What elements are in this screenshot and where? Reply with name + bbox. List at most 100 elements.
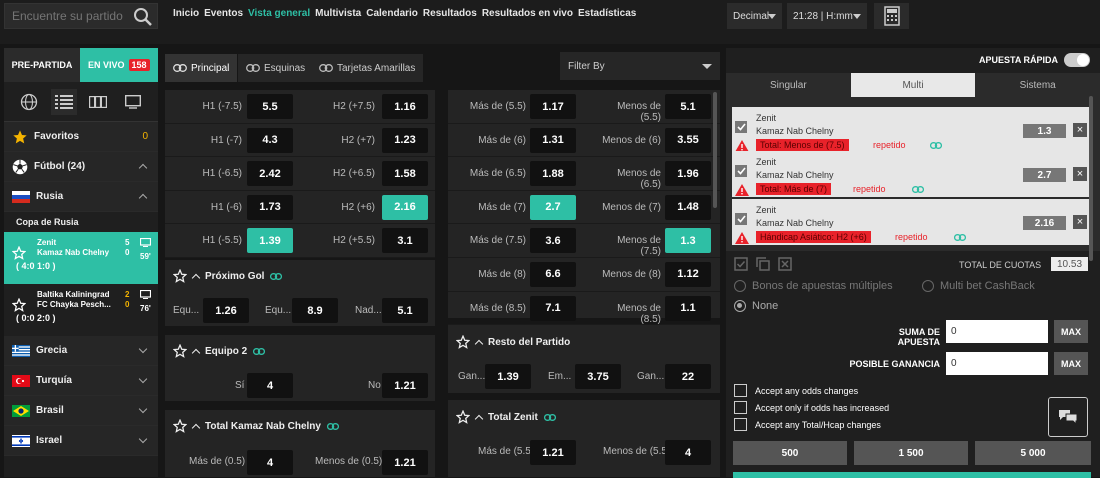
quick-stake-500[interactable]: 500 (733, 441, 847, 465)
accept-any-odds-checkbox[interactable]: Accept any odds changes (734, 384, 858, 397)
list-view-icon[interactable] (50, 88, 77, 115)
odd-button[interactable]: 1.16 (382, 94, 428, 119)
time-format-select[interactable]: 21:28 | H:mm (787, 3, 867, 29)
odd-button[interactable]: 1.88 (530, 161, 576, 187)
odd-button[interactable]: 4 (247, 450, 293, 475)
market-header[interactable]: Próximo Gol (165, 260, 435, 292)
tab-principal[interactable]: Principal (165, 54, 238, 82)
odd-button[interactable]: 1.3 (665, 228, 711, 254)
odd-button[interactable]: 1.39 (485, 364, 531, 389)
star-outline-icon[interactable] (173, 419, 187, 433)
odd-button[interactable]: 2.16 (382, 194, 428, 220)
check-all-icon[interactable] (734, 257, 748, 271)
stake-input[interactable]: 0 (946, 320, 1048, 343)
calculator-button[interactable] (874, 3, 909, 29)
nav-calendario[interactable]: Calendario (366, 8, 418, 19)
sidebar-item-futbol[interactable]: Fútbol (24) (4, 152, 158, 182)
quick-stake-1500[interactable]: 1 500 (854, 441, 968, 465)
chevron-down-icon[interactable] (138, 404, 148, 414)
tab-multi[interactable]: Multi (850, 73, 976, 97)
close-icon[interactable]: × (1073, 167, 1087, 181)
quick-stake-5000[interactable]: 5 000 (975, 441, 1091, 465)
odd-button[interactable]: 8.9 (292, 298, 338, 323)
nav-resultados[interactable]: Resultados (423, 8, 477, 19)
chevron-up-icon[interactable] (191, 423, 201, 432)
odd-button[interactable]: 3.1 (382, 228, 428, 254)
chevron-up-icon[interactable] (138, 193, 148, 203)
sidebar-item-grecia[interactable]: Grecia (4, 336, 158, 366)
tab-singular[interactable]: Singular (726, 73, 851, 97)
bonus-option-none[interactable]: None (734, 300, 778, 312)
check-icon[interactable] (735, 121, 747, 133)
tab-pre-partida[interactable]: PRE-PARTIDA (4, 48, 80, 82)
odd-button[interactable]: 2.7 (530, 194, 576, 220)
sidebar-item-favoritos[interactable]: Favoritos 0 (4, 122, 158, 152)
sidebar-item-turquia[interactable]: Turquía (4, 366, 158, 396)
star-outline-icon[interactable] (173, 269, 187, 283)
odd-button[interactable]: 1.21 (382, 450, 428, 475)
odd-button[interactable]: 1.21 (382, 373, 428, 398)
chevron-up-icon[interactable] (474, 339, 484, 348)
tab-en-vivo[interactable]: EN VIVO 158 (80, 48, 158, 82)
accept-increased-checkbox[interactable]: Accept only if odds has increased (734, 401, 889, 414)
chevron-down-icon[interactable] (138, 434, 148, 444)
chevron-up-icon[interactable] (191, 348, 201, 357)
check-icon[interactable] (735, 213, 747, 225)
star-outline-icon[interactable] (456, 335, 470, 349)
odd-button[interactable]: 6.6 (530, 261, 576, 287)
chevron-up-icon[interactable] (191, 273, 201, 282)
search-input[interactable] (5, 9, 125, 23)
checkbox-box[interactable] (734, 401, 747, 414)
odd-button[interactable]: 1.58 (382, 161, 428, 187)
odd-button[interactable]: 5.1 (665, 94, 711, 119)
place-bet-button[interactable] (733, 472, 1091, 478)
checkbox-box[interactable] (734, 384, 747, 397)
multiview-icon[interactable] (85, 89, 111, 115)
sidebar-item-brasil[interactable]: Brasil (4, 396, 158, 426)
odd-button[interactable]: 4.3 (247, 127, 293, 153)
globe-icon[interactable] (16, 89, 42, 115)
nav-multivista[interactable]: Multivista (315, 8, 361, 19)
odd-button[interactable]: 1.1 (665, 295, 711, 321)
odd-button[interactable]: 4 (247, 373, 293, 398)
delete-all-icon[interactable] (778, 257, 792, 271)
quick-bet-toggle[interactable] (1064, 53, 1090, 67)
chat-button[interactable] (1048, 397, 1088, 437)
tab-tarjetas-amarillas[interactable]: Tarjetas Amarillas (311, 54, 424, 82)
odd-button[interactable]: 5.1 (382, 298, 428, 323)
quick-bet[interactable]: APUESTA RÁPIDA (979, 53, 1090, 67)
slip-scrollbar[interactable] (1089, 96, 1093, 261)
odd-button[interactable]: 4 (665, 440, 711, 465)
chevron-down-icon[interactable] (138, 344, 148, 354)
odd-button[interactable]: 1.73 (247, 194, 293, 220)
chevron-down-icon[interactable] (138, 374, 148, 384)
match-row-baltika[interactable]: Baltika Kaliningrad FC Chayka Pesch... 2… (4, 284, 158, 336)
filter-select[interactable]: Filter By (560, 52, 720, 80)
odd-button[interactable]: 1.96 (665, 161, 711, 187)
star-outline-icon[interactable] (12, 298, 26, 312)
sidebar-item-rusia[interactable]: Rusia (4, 182, 158, 212)
market-header[interactable]: Total Kamaz Nab Chelny (165, 410, 435, 442)
close-icon[interactable]: × (1073, 215, 1087, 229)
odd-button[interactable]: 1.39 (247, 228, 293, 254)
bonus-option-multiples[interactable]: Bonos de apuestas múltiples (734, 280, 893, 292)
center-scrollbar[interactable] (713, 92, 717, 208)
odd-button[interactable]: 1.26 (203, 298, 249, 323)
odd-button[interactable]: 1.23 (382, 127, 428, 153)
nav-estadisticas[interactable]: Estadísticas (578, 8, 636, 19)
star-outline-icon[interactable] (456, 410, 470, 424)
close-icon[interactable]: × (1073, 123, 1087, 137)
odd-button[interactable]: 2.42 (247, 161, 293, 187)
odd-button[interactable]: 22 (665, 364, 711, 389)
nav-vista-general[interactable]: Vista general (248, 8, 310, 19)
win-max-button[interactable]: MAX (1054, 352, 1088, 375)
stake-max-button[interactable]: MAX (1054, 320, 1088, 343)
market-header[interactable]: Equipo 2 (165, 335, 435, 367)
odds-format-select[interactable]: Decimal (727, 3, 782, 29)
copy-icon[interactable] (756, 257, 770, 271)
search-box[interactable] (4, 3, 158, 29)
nav-inicio[interactable]: Inicio (173, 8, 199, 19)
odd-button[interactable]: 3.6 (530, 228, 576, 254)
odd-button[interactable]: 7.1 (530, 295, 576, 321)
market-header[interactable]: Resto del Partido (448, 325, 720, 359)
